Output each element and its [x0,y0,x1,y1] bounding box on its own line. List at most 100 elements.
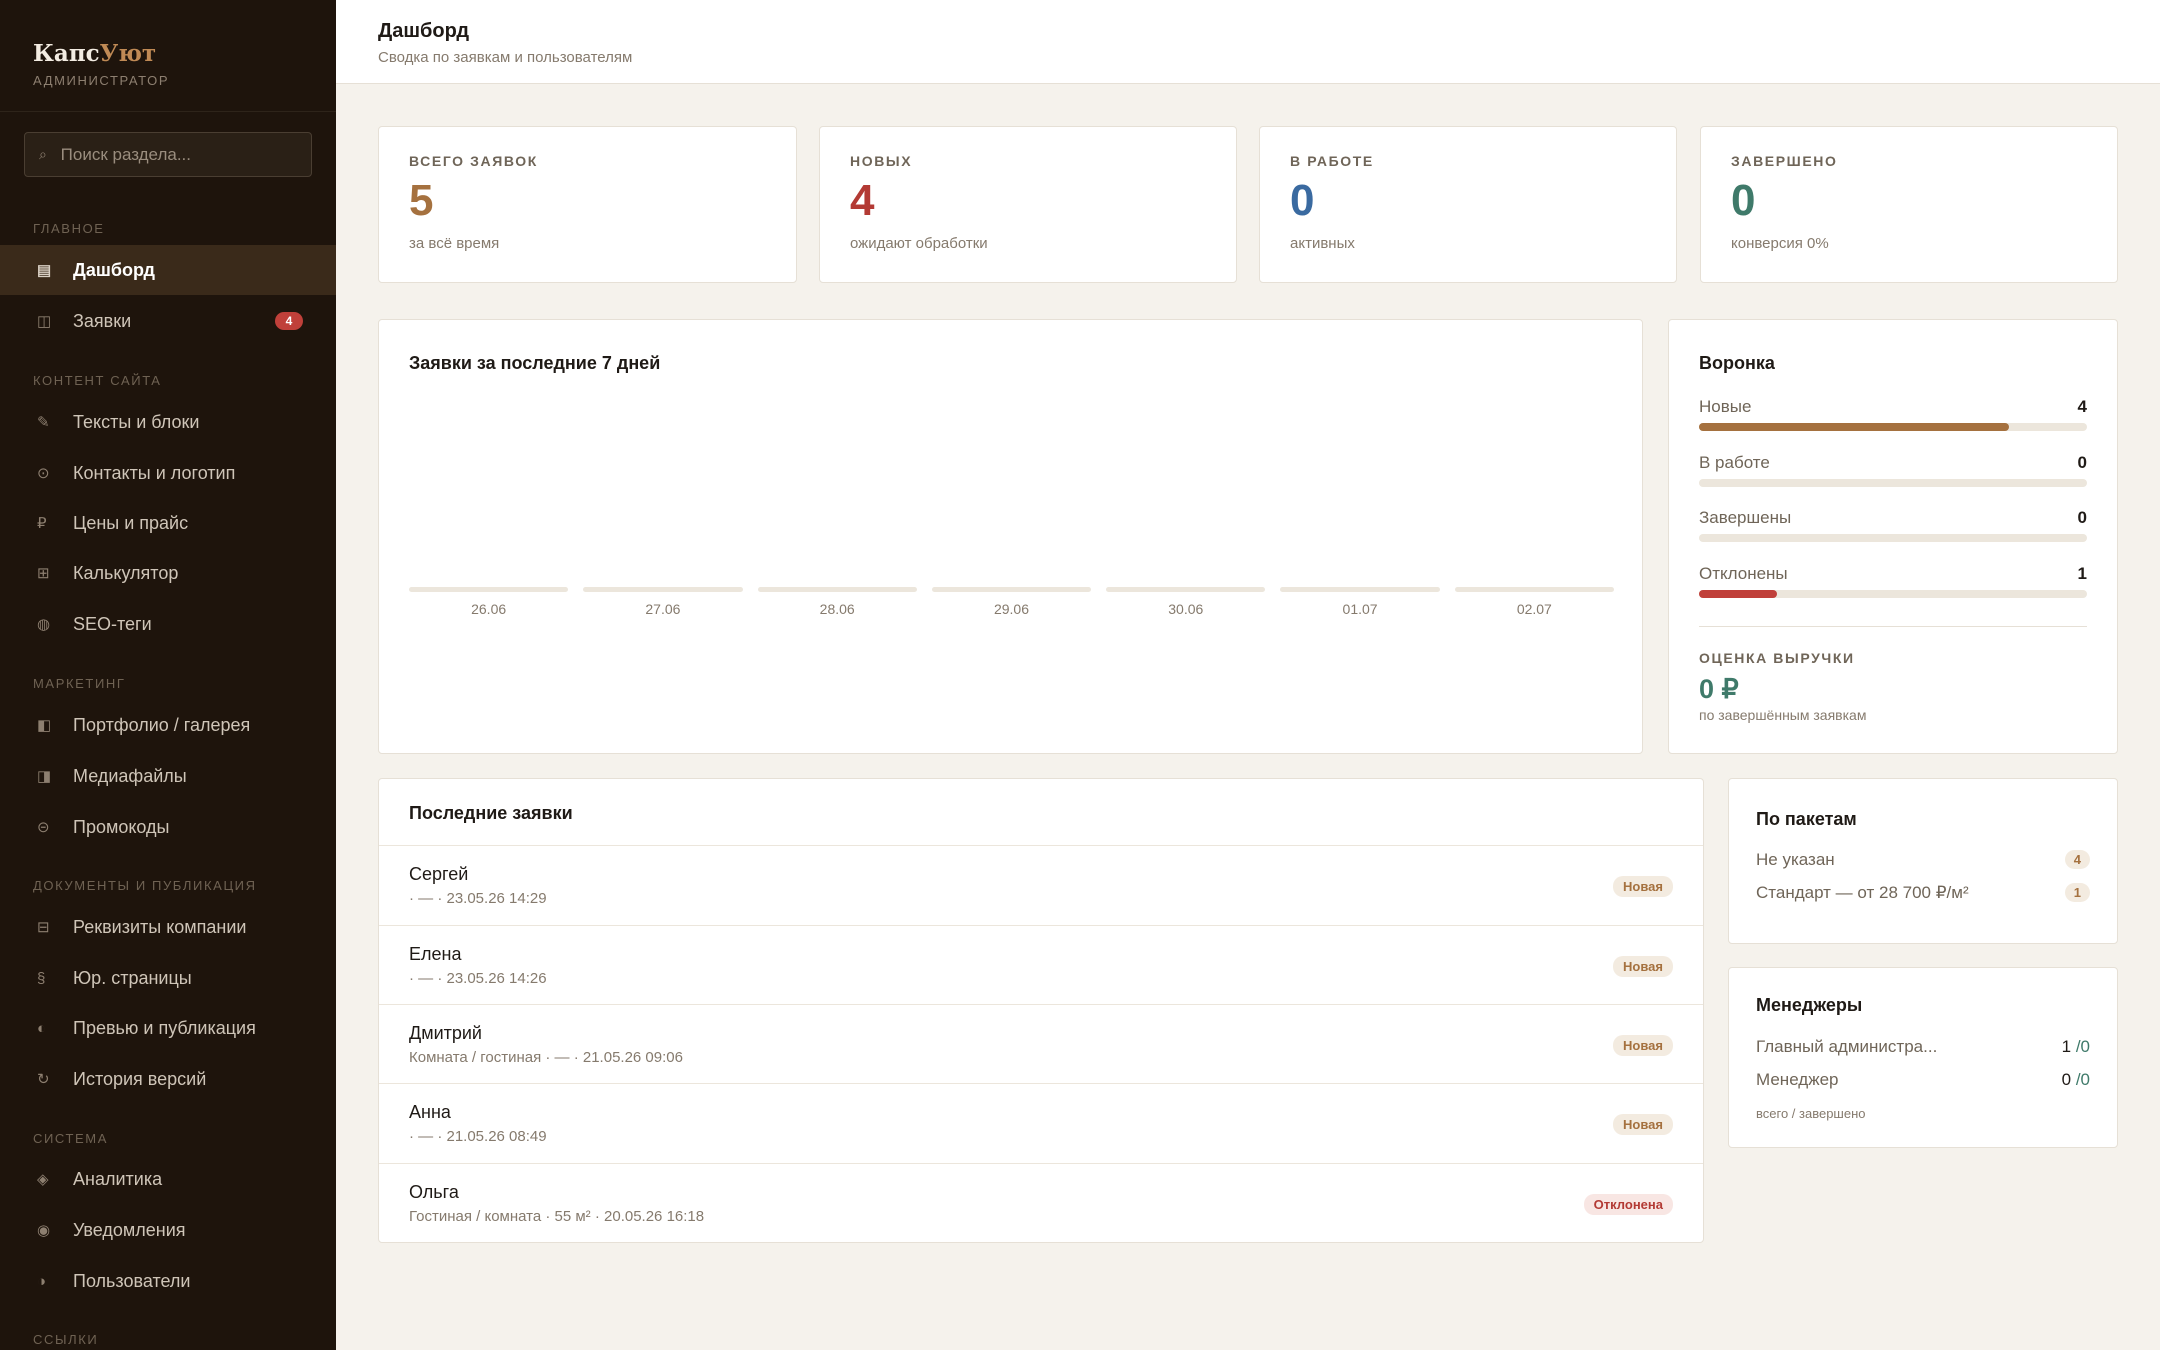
request-meta: · — · 23.05.26 14:26 [409,970,547,987]
stat-sub: конверсия 0% [1731,235,1829,252]
brand-logo[interactable]: КапсУют [33,40,303,67]
chart-bar [1106,587,1266,592]
stat-value: 4 [850,176,875,225]
request-meta: Гостиная / комната · 55 м² · 20.05.26 16… [409,1208,705,1225]
contact-icon: ⊙ [37,465,50,482]
table-row[interactable]: Ольга Гостиная / комната · 55 м² · 20.05… [379,1163,1703,1243]
sidebar-item-company[interactable]: ⊟ Реквизиты компании [0,902,336,952]
sidebar-item-dashboard[interactable]: ▤ Дашборд [0,245,336,295]
calculator-icon: ⊞ [37,565,50,582]
sidebar-item-label: Превью и публикация [73,1017,256,1038]
status-badge: Новая [1613,956,1673,977]
manager-row: Менеджер 0 /0 [1756,1070,2090,1094]
stat-sub: ожидают обработки [850,235,988,252]
sidebar-item-prices[interactable]: ₽ Цены и прайс [0,498,336,548]
stat-value: 5 [409,176,434,225]
stat-card-completed: ЗАВЕРШЕНО 0 конверсия 0% [1700,126,2118,283]
sidebar-item-legal[interactable]: § Юр. страницы [0,953,336,1003]
table-row[interactable]: Елена · — · 23.05.26 14:26 Новая [379,925,1703,1005]
revenue-label: ОЦЕНКА ВЫРУЧКИ [1699,650,1855,666]
table-row[interactable]: Сергей · — · 23.05.26 14:29 Новая [379,845,1703,925]
company-icon: ⊟ [37,919,50,936]
funnel-value: 4 [2077,397,2087,416]
chart-title: Заявки за последние 7 дней [409,353,661,373]
search-input[interactable] [60,144,297,165]
funnel-card: Воронка Новые 4 В работе 0 Завершены 0 О… [1668,319,2118,754]
section-label-content: КОНТЕНТ САЙТА [33,373,162,388]
sidebar-item-label: SEO-теги [73,613,152,634]
stat-card-in-progress: В РАБОТЕ 0 активных [1259,126,1677,283]
package-label: Не указан [1756,850,1835,869]
dashboard-icon: ▤ [37,262,52,279]
sidebar-item-label: Юр. страницы [73,967,192,988]
stat-label: В РАБОТЕ [1290,153,1374,169]
stat-label: ВСЕГО ЗАЯВОК [409,153,538,169]
section-label-main: ГЛАВНОЕ [33,221,105,236]
sidebar-item-portfolio[interactable]: ◧ Портфолио / галерея [0,700,336,750]
sidebar-item-contacts[interactable]: ⊙ Контакты и логотип [0,448,336,498]
sidebar-item-preview[interactable]: ◐ Превью и публикация [0,1003,336,1053]
sidebar-item-media[interactable]: ◨ Медиафайлы [0,751,336,801]
funnel-track [1699,534,2087,542]
chart-card: Заявки за последние 7 дней 26.06 27.06 28.… [378,319,1643,754]
sidebar-item-texts[interactable]: ✎ Тексты и блоки [0,397,336,447]
funnel-track [1699,423,2087,431]
sidebar-item-promocodes[interactable]: ⊝ Промокоды [0,802,336,852]
request-name: Анна [409,1102,451,1122]
funnel-label: Завершены [1699,508,1792,527]
sidebar-item-label: Портфолио / галерея [73,714,251,735]
sidebar-item-label: Промокоды [73,816,170,837]
section-label-marketing: МАРКЕТИНГ [33,676,126,691]
history-icon: ↻ [37,1071,50,1088]
chart-tick-label: 29.06 [993,601,1029,617]
sidebar-item-requests[interactable]: ◫ Заявки 4 [0,296,336,346]
sidebar-item-analytics[interactable]: ◈ Аналитика [0,1154,336,1204]
status-badge: Отклонена [1583,1194,1673,1215]
package-count: 1 [2064,883,2090,902]
funnel-track [1699,479,2087,487]
section-label-documents: ДОКУМЕНТЫ И ПУБЛИКАЦИЯ [33,878,257,893]
package-label: Стандарт — от 28 700 ₽/м² [1756,883,1969,902]
requests-icon: ◫ [37,313,52,330]
bar-chart: 26.06 27.06 28.06 29.06 30.06 01.07 02.07 [409,450,1614,617]
manager-total: 0 [2061,1070,2072,1089]
funnel-label: Новые [1699,397,1752,416]
request-meta: · — · 23.05.26 14:29 [409,890,547,907]
sidebar-item-notifications[interactable]: ◉ Уведомления [0,1205,336,1255]
stat-card-new: НОВЫХ 4 ожидают обработки [819,126,1237,283]
chart-tick-label: 27.06 [645,601,681,617]
media-icon: ◨ [37,768,52,785]
packages-card: По пакетам Не указан 4 Стандарт — от 28 … [1728,778,2118,944]
stat-label: ЗАВЕРШЕНО [1731,153,1838,169]
sidebar-search[interactable]: ⌕ [24,132,312,177]
sidebar-item-users[interactable]: ◑ Пользователи [0,1256,336,1306]
request-name: Ольга [409,1182,459,1202]
page-title: Дашборд [378,20,470,42]
sidebar-item-label: Тексты и блоки [73,411,200,432]
preview-icon: ◐ [37,1019,47,1037]
managers-card: Менеджеры Главный администра... 1 /0 Мен… [1728,967,2118,1148]
request-name: Сергей [409,864,469,884]
chart-bar [931,587,1092,592]
chart-bar [583,587,743,592]
chart-tick-label: 28.06 [819,601,855,617]
sidebar-item-calculator[interactable]: ⊞ Калькулятор [0,548,336,598]
funnel-value: 1 [2077,564,2087,583]
sidebar-item-history[interactable]: ↻ История версий [0,1054,336,1104]
chart-bar [1454,587,1614,592]
table-row[interactable]: Дмитрий Комната / гостиная · — · 21.05.2… [379,1004,1703,1084]
funnel-fill [1699,590,1777,598]
chart-tick-label: 01.07 [1342,601,1378,617]
funnel-label: Отклонены [1699,564,1788,583]
promo-icon: ⊝ [37,819,50,836]
sidebar-item-label: Дашборд [73,259,155,280]
sidebar-item-seo[interactable]: ◍ SEO-теги [0,599,336,649]
analytics-icon: ◈ [37,1171,49,1188]
sidebar-item-label: Реквизиты компании [73,916,247,937]
stat-value: 0 [1731,176,1756,225]
chart-tick-label: 02.07 [1516,601,1552,617]
request-meta: Комната / гостиная · — · 21.05.26 09:06 [409,1049,683,1066]
brand-role: АДМИНИСТРАТОР [33,73,170,88]
table-row[interactable]: Анна · — · 21.05.26 08:49 Новая [379,1083,1703,1163]
funnel-value: 0 [2077,508,2087,527]
